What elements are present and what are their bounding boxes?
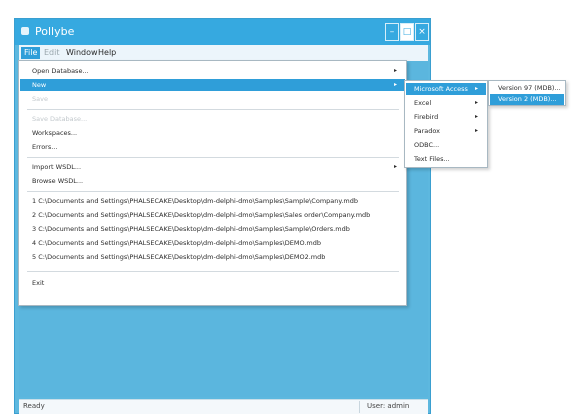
submenu-arrow-icon: ▸ (474, 99, 478, 106)
menu-item-save[interactable]: Save (20, 93, 405, 105)
file-menu-dropdown: Open Database... ▸ New ▸ Save Save Databas… (18, 60, 407, 306)
submenu-arrow-icon: ▸ (393, 81, 397, 88)
status-bar: Ready User: admin (19, 399, 428, 414)
recent-file-5[interactable]: 5 C:\Documents and Settings\PHALSECAKE\D… (20, 251, 405, 263)
menu-item-save-database[interactable]: Save Database... (20, 113, 405, 125)
menu-item-open-database[interactable]: Open Database... ▸ (20, 65, 405, 77)
status-user: User: admin (367, 402, 410, 410)
recent-file-4[interactable]: 4 C:\Documents and Settings\PHALSECAKE\D… (20, 237, 405, 249)
recent-file-3[interactable]: 3 C:\Documents and Settings\PHALSECAKE\D… (20, 223, 405, 235)
menu-item-workspaces[interactable]: Workspaces... (20, 127, 405, 139)
submenu-item-odbc[interactable]: ODBC... (406, 139, 486, 151)
menu-item-errors[interactable]: Errors... (20, 141, 405, 153)
submenu-item-text-files[interactable]: Text Files... (406, 153, 486, 165)
submenu-item-firebird[interactable]: Firebird ▸ (406, 111, 486, 123)
minimize-button[interactable]: – (385, 23, 399, 41)
maximize-button[interactable]: □ (400, 23, 414, 41)
title-bar[interactable]: Pollybe – □ × (15, 19, 430, 45)
menu-item-new[interactable]: New ▸ (20, 79, 405, 91)
app-icon (21, 27, 29, 35)
menu-separator (27, 109, 399, 110)
recent-file-1[interactable]: 1 C:\Documents and Settings\PHALSECAKE\D… (20, 195, 405, 207)
window-title: Pollybe (35, 25, 75, 38)
submenu-item-excel[interactable]: Excel ▸ (406, 97, 486, 109)
menu-separator (27, 157, 399, 158)
menu-item-exit[interactable]: Exit (20, 277, 405, 289)
submenu-item-version-97[interactable]: Version 97 (MDB)... (490, 83, 564, 94)
menu-help[interactable]: Help (95, 47, 119, 59)
menu-edit[interactable]: Edit (41, 47, 63, 59)
menu-bar: File Edit Window Help (19, 45, 428, 61)
submenu-item-paradox[interactable]: Paradox ▸ (406, 125, 486, 137)
submenu-arrow-icon: ▸ (393, 163, 397, 170)
new-submenu: Microsoft Access ▸ Excel ▸ Firebird ▸ Parad… (404, 80, 488, 168)
desktop: Pollybe – □ × File Edit Window Help Read… (0, 0, 572, 419)
submenu-arrow-icon: ▸ (474, 85, 478, 92)
submenu-arrow-icon: ▸ (474, 127, 478, 134)
status-text: Ready (23, 402, 45, 410)
status-divider (359, 401, 360, 413)
submenu-item-version-2[interactable]: Version 2 (MDB)... (490, 94, 564, 105)
submenu-arrow-icon: ▸ (474, 113, 478, 120)
menu-separator (27, 191, 399, 192)
submenu-item-microsoft-access[interactable]: Microsoft Access ▸ (406, 83, 486, 95)
menu-file[interactable]: File (21, 47, 41, 59)
access-version-submenu: Version 97 (MDB)... Version 2 (MDB)... (488, 80, 566, 106)
close-button[interactable]: × (415, 23, 429, 41)
menu-item-import-wsdl[interactable]: Import WSDL... ▸ (20, 161, 405, 173)
recent-file-2[interactable]: 2 C:\Documents and Settings\PHALSECAKE\D… (20, 209, 405, 221)
submenu-arrow-icon: ▸ (393, 67, 397, 74)
menu-separator (27, 271, 399, 272)
menu-item-browse-wsdl[interactable]: Browse WSDL... (20, 175, 405, 187)
